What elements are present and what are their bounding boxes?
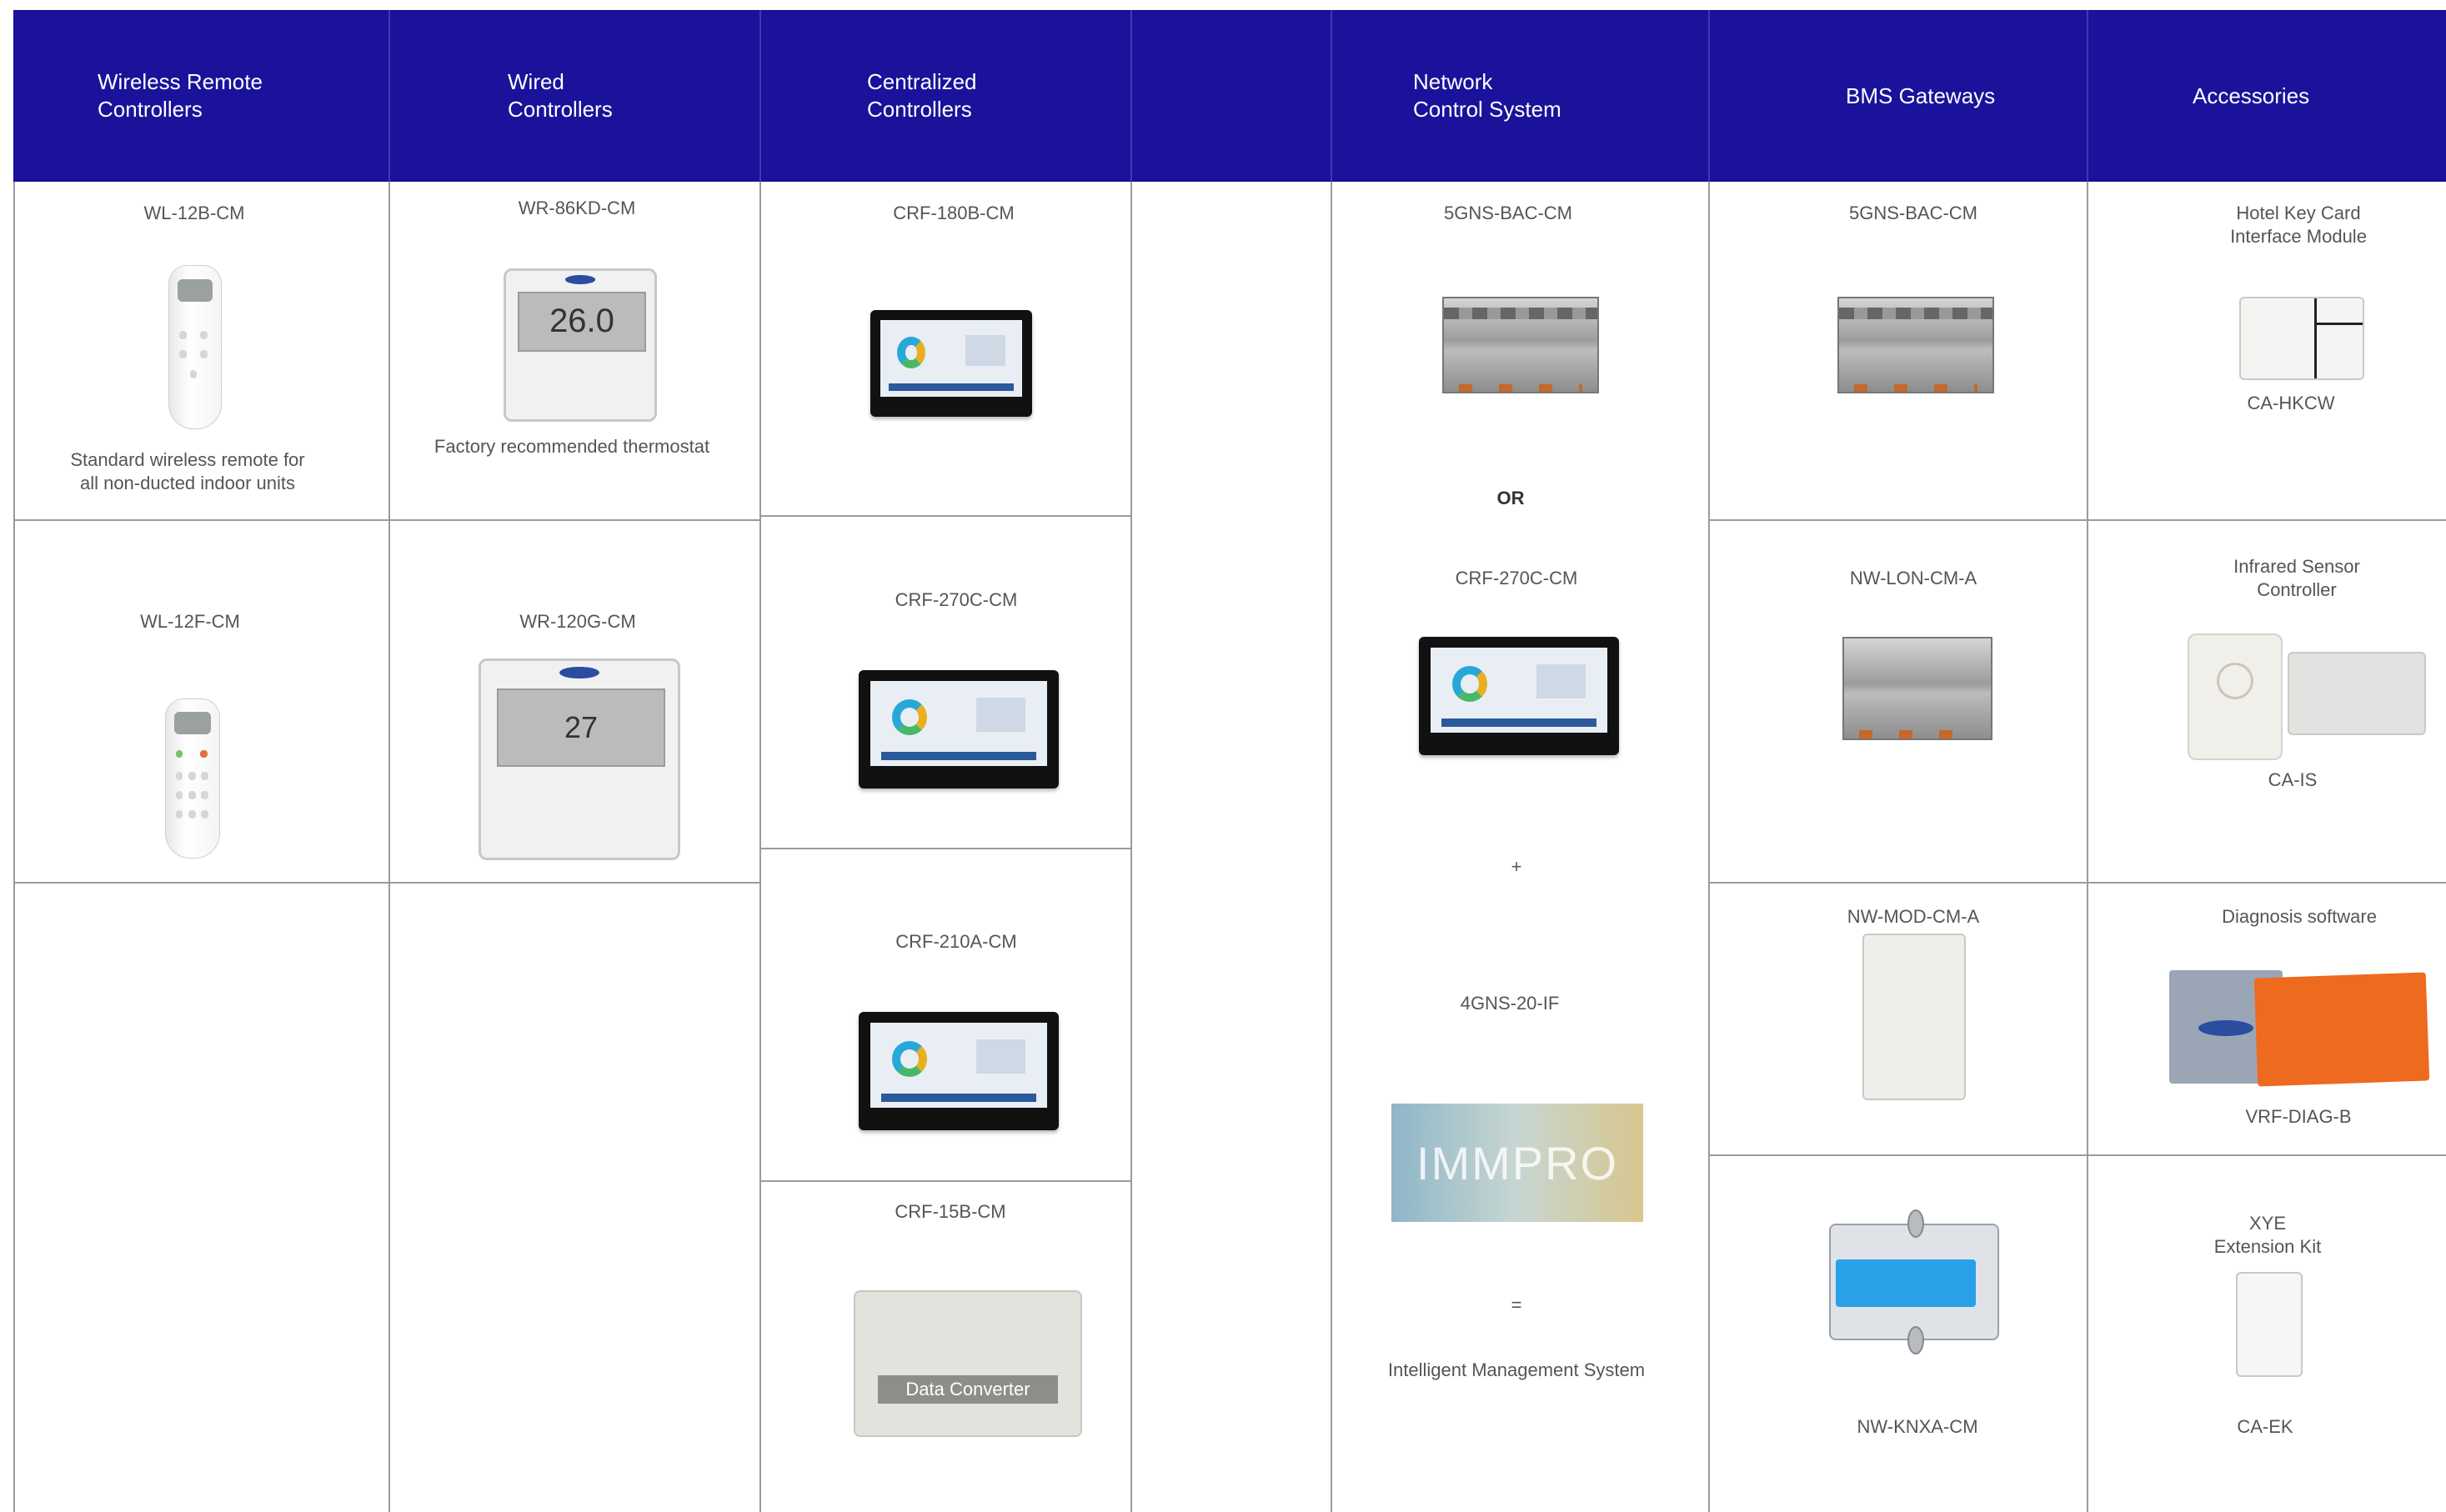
accessory-title: Hotel Key Card Interface Module [2230,203,2367,247]
infrared-sensor-image [2188,633,2283,760]
header-band: Wireless Remote Controllers Wired Controll… [13,10,2446,182]
col-header-bms: BMS Gateways [1846,83,1996,108]
grid-line [13,519,759,521]
model-label: VRF-DIAG-B [2245,1106,2352,1127]
grid-line [759,515,1130,517]
gateway-image [1442,297,1599,393]
sensor-controller-image [2288,652,2426,735]
model-label: CA-IS [2268,769,2318,790]
wireless-remote-image [168,265,222,429]
header-divider [759,10,761,182]
col-header-wired: Wired Controllers [508,69,613,122]
model-label: WR-120G-CM [519,611,636,632]
model-label: CRF-180B-CM [893,203,1015,223]
equals-symbol: = [1511,1294,1522,1315]
model-label: CRF-15B-CM [895,1201,1006,1222]
gateway-box-image [1862,934,1966,1100]
touch-panel-image [870,310,1032,417]
model-label: CRF-270C-CM [1455,568,1578,588]
grid-line [759,1180,1130,1182]
model-label: WL-12F-CM [140,611,240,632]
grid-line [759,848,1130,849]
header-divider [2087,10,2088,182]
header-divider [1331,10,1332,182]
header-divider [388,10,390,182]
model-label: NW-MOD-CM-A [1847,906,1980,927]
grid-line [1331,182,1332,1512]
wired-controller-image: 26.0 [504,268,657,422]
model-label: WL-12B-CM [143,203,245,223]
model-label: CRF-270C-CM [895,589,1018,610]
accessory-title: Diagnosis software [2222,906,2377,927]
col-header-centralized: Centralized Controllers [867,69,977,122]
plus-symbol: + [1511,856,1522,877]
grid-line [2087,182,2088,1512]
model-label: 5GNS-BAC-CM [1443,203,1573,223]
or-separator: OR [1496,488,1525,508]
model-label: CA-EK [2237,1416,2293,1437]
result-label: Intelligent Management System [1387,1359,1646,1380]
grid-line [1708,882,2446,884]
extension-kit-image [2236,1272,2303,1377]
gateway-image [1842,637,1992,740]
model-label: 5GNS-BAC-CM [1848,203,1978,223]
header-divider [1708,10,1710,182]
header-divider [1130,10,1132,182]
touch-panel-image [859,670,1059,789]
touch-panel-image [859,1012,1059,1130]
grid-line [13,882,759,884]
grid-line [13,182,15,1512]
description: Factory recommended thermostat [434,436,710,457]
gateway-image [1837,297,1994,393]
accessory-title: Infrared Sensor Controller [2233,556,2360,600]
data-converter-image: Data Converter [854,1290,1082,1437]
software-screen-image: IMMPRO [1391,1104,1643,1222]
grid-line [1708,182,1710,1512]
model-label: WR-86KD-CM [518,198,636,218]
model-label: CA-HKCW [2247,393,2335,413]
description: Standard wireless remote for all non-duct… [70,449,305,493]
col-header-network: Network Control System [1413,69,1561,122]
touch-panel-image [1419,637,1619,755]
accessory-title: XYE Extension Kit [2213,1213,2322,1257]
col-header-wireless: Wireless Remote Controllers [98,69,263,122]
grid-line [1130,182,1132,1512]
model-label: CRF-210A-CM [895,931,1017,952]
model-label: NW-KNXA-CM [1857,1416,1978,1437]
col-header-accessories: Accessories [2193,83,2310,108]
grid-line [1708,1154,2446,1156]
key-card-module-image [2239,297,2364,380]
grid-line [388,182,390,1512]
software-package-image [2253,972,2430,1087]
knx-gateway-image [1829,1209,1999,1355]
wired-controller-image: 27 [479,658,680,860]
model-label: NW-LON-CM-A [1849,568,1977,588]
grid-line [759,182,761,1512]
model-label: 4GNS-20-IF [1460,993,1560,1014]
wireless-remote-image [165,698,220,859]
grid-line [1708,519,2446,521]
